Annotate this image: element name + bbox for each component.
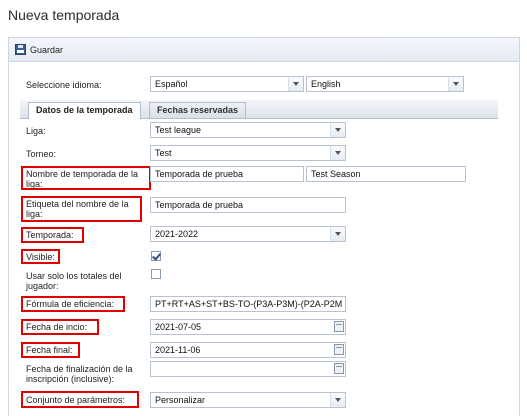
efficiency-input[interactable]: PT+RT+AS+ST+BS-TO-(P3A-P3M)-(P2A-P2M: [150, 296, 346, 312]
tab-season-data[interactable]: Datos de la temporada: [28, 102, 141, 119]
tab-bar: Datos de la temporada Fechas reservadas: [20, 100, 498, 119]
toolbar: Guardar: [9, 38, 519, 62]
efficiency-label: Fórmula de eficiencia:: [26, 299, 115, 309]
league-select[interactable]: Test league: [150, 122, 346, 138]
tab-reserved-dates[interactable]: Fechas reservadas: [149, 102, 247, 118]
tournament-select[interactable]: Test: [150, 145, 346, 161]
params-select[interactable]: Personalizar: [150, 392, 346, 408]
end-date-label: Fecha final:: [26, 345, 73, 355]
season-label: Temporada:: [26, 230, 74, 240]
floppy-disk-icon: [15, 44, 26, 55]
season-value: 2021-2022: [155, 229, 199, 239]
chevron-down-icon[interactable]: [330, 123, 345, 137]
language-primary-select[interactable]: Español: [150, 76, 304, 92]
season-name-label: Nombre de temporada de la liga:: [26, 169, 139, 189]
season-tag-label: Etiqueta del nombre de la liga:: [26, 199, 129, 219]
season-tag-input[interactable]: Temporada de prueba: [150, 197, 346, 213]
save-button[interactable]: Guardar: [15, 44, 63, 55]
page-title: Nueva temporada: [8, 7, 120, 23]
player-totals-label: Usar solo los totales del jugador:: [26, 271, 122, 291]
params-value: Personalizar: [155, 395, 206, 405]
league-value: Test league: [155, 125, 202, 135]
registration-end-input[interactable]: [150, 361, 346, 377]
chevron-down-icon[interactable]: [330, 227, 345, 241]
save-button-label: Guardar: [30, 44, 64, 55]
visible-checkbox[interactable]: [151, 251, 161, 261]
season-select[interactable]: 2021-2022: [150, 226, 346, 242]
start-date-label: Fecha de incio:: [26, 322, 88, 332]
end-date-value: 2021-11-06: [155, 345, 201, 355]
start-date-input[interactable]: 2021-07-05: [150, 319, 346, 335]
calendar-icon[interactable]: [334, 321, 344, 332]
season-name-en-input[interactable]: Test Season: [306, 166, 466, 182]
language-secondary-value: English: [311, 79, 341, 89]
calendar-icon[interactable]: [334, 363, 344, 374]
league-label: Liga:: [26, 126, 46, 136]
calendar-icon[interactable]: [334, 344, 344, 355]
player-totals-checkbox[interactable]: [151, 269, 161, 279]
tournament-value: Test: [155, 148, 172, 158]
registration-end-label: Fecha de finalización de la inscripción …: [26, 364, 133, 384]
language-label: Seleccione idioma:: [26, 80, 102, 90]
start-date-value: 2021-07-05: [155, 322, 202, 332]
chevron-down-icon[interactable]: [288, 77, 303, 91]
chevron-down-icon[interactable]: [330, 146, 345, 160]
end-date-input[interactable]: 2021-11-06: [150, 342, 346, 358]
tournament-label: Torneo:: [26, 149, 57, 159]
params-label: Conjunto de parámetros:: [26, 395, 126, 405]
language-secondary-select[interactable]: English: [306, 76, 464, 92]
language-primary-value: Español: [155, 79, 188, 89]
season-name-es-input[interactable]: Temporada de prueba: [150, 166, 304, 182]
chevron-down-icon[interactable]: [448, 77, 463, 91]
visible-label: Visible:: [26, 252, 55, 262]
chevron-down-icon[interactable]: [330, 393, 345, 407]
